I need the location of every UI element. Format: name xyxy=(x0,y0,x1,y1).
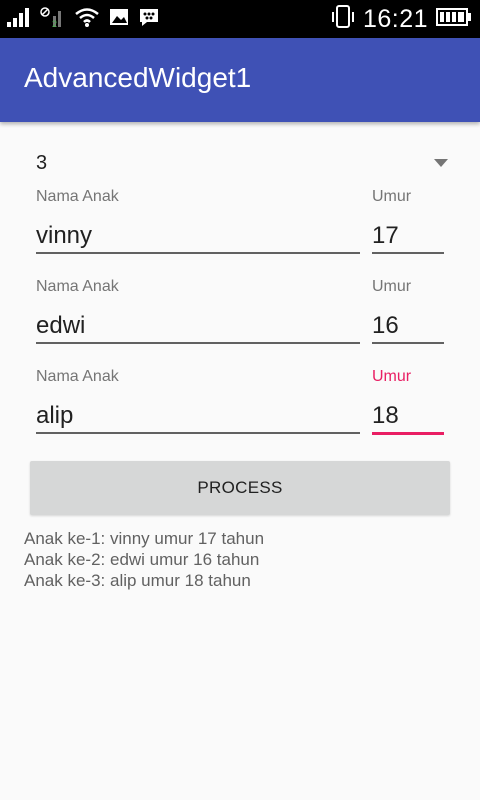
result-line-2: Anak ke-2: edwi umur 16 tahun xyxy=(24,550,260,569)
age-value-3: 18 xyxy=(372,402,399,429)
process-button[interactable]: PROCESS xyxy=(30,461,450,515)
age-label-2: Umur xyxy=(372,278,412,295)
name-underline-1 xyxy=(36,252,360,254)
image-icon xyxy=(108,6,130,33)
name-value-1: vinny xyxy=(36,222,93,249)
vibrate-icon xyxy=(331,4,355,35)
name-field-3[interactable]: Nama Anak alip xyxy=(36,368,360,436)
age-label-1: Umur xyxy=(372,188,412,205)
name-value-2: edwi xyxy=(36,312,86,339)
age-underline-2 xyxy=(372,342,444,344)
result-line-1: Anak ke-1: vinny umur 17 tahun xyxy=(24,529,265,548)
dropdown-arrow-icon xyxy=(434,159,448,167)
age-label-3: Umur xyxy=(372,368,412,385)
age-underline-3 xyxy=(372,432,444,435)
age-value-1: 17 xyxy=(372,222,399,249)
age-field-1[interactable]: Umur 17 xyxy=(372,188,444,256)
age-value-2: 16 xyxy=(372,312,399,339)
status-bar: 2 16:21 xyxy=(0,0,480,38)
age-field-3[interactable]: Umur 18 xyxy=(372,368,444,436)
name-label-2: Nama Anak xyxy=(36,278,119,295)
clock: 16:21 xyxy=(362,4,428,33)
svg-text:2: 2 xyxy=(52,19,57,28)
name-field-2[interactable]: Nama Anak edwi xyxy=(36,278,360,346)
count-spinner[interactable]: 3 xyxy=(24,146,456,182)
status-icons-left: 2 xyxy=(6,6,160,33)
name-label-1: Nama Anak xyxy=(36,188,119,205)
wifi-icon xyxy=(74,6,100,33)
name-underline-2 xyxy=(36,342,360,344)
age-field-2[interactable]: Umur 16 xyxy=(372,278,444,346)
signal-2-icon: 2 xyxy=(40,6,66,33)
bbm-icon xyxy=(138,6,160,33)
age-underline-1 xyxy=(372,252,444,254)
result-line-3: Anak ke-3: alip umur 18 tahun xyxy=(24,571,251,590)
name-label-3: Nama Anak xyxy=(36,368,119,385)
battery-icon xyxy=(436,7,472,32)
spinner-value: 3 xyxy=(36,152,48,174)
results-text: Anak ke-1: vinny umur 17 tahun Anak ke-2… xyxy=(24,528,264,591)
name-underline-3 xyxy=(36,432,360,434)
app-title: AdvancedWidget1 xyxy=(24,62,252,93)
status-icons-right: 16:21 xyxy=(331,4,472,34)
app-bar: AdvancedWidget1 xyxy=(0,38,480,122)
name-value-3: alip xyxy=(36,402,74,429)
name-field-1[interactable]: Nama Anak vinny xyxy=(36,188,360,256)
signal-icon xyxy=(6,6,32,33)
